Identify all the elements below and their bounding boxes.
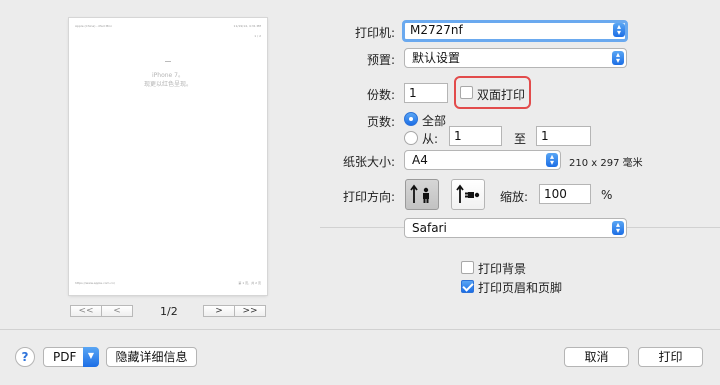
- chevron-down-icon: ▼: [83, 347, 99, 367]
- pdf-menu-button[interactable]: PDF ▼: [43, 347, 99, 367]
- copies-input[interactable]: 1: [404, 83, 448, 103]
- app-section-select[interactable]: Safari ▴ ▾: [404, 218, 627, 238]
- pages-range-radio[interactable]: [404, 131, 418, 145]
- preview-header-right: 11/19/14, 4:31 PM: [233, 24, 261, 28]
- hide-details-button[interactable]: 隐藏详细信息: [106, 347, 197, 367]
- portrait-orientation-icon: [410, 184, 429, 203]
- printer-label: 打印机:: [354, 26, 395, 40]
- paper-size-select[interactable]: A4 ▴ ▾: [404, 150, 561, 170]
- duplex-checkbox[interactable]: [460, 86, 473, 99]
- preview-footer-left: https://www.apple.com.cn/: [75, 281, 115, 285]
- pages-to-input[interactable]: 1: [536, 126, 591, 146]
- presets-label: 预置:: [366, 53, 395, 67]
- pages-to-label: 至: [514, 132, 527, 146]
- print-button[interactable]: 打印: [638, 347, 703, 367]
- presets-value: 默认设置: [412, 51, 461, 65]
- print-backgrounds-checkbox[interactable]: [461, 261, 474, 274]
- scale-unit: %: [601, 188, 613, 202]
- printer-select[interactable]: M2727nf ▴ ▾: [402, 20, 628, 42]
- cancel-button[interactable]: 取消: [564, 347, 629, 367]
- print-backgrounds-label: 打印背景: [478, 262, 527, 276]
- select-stepper-icon: ▴ ▾: [613, 23, 625, 37]
- pages-label: 页数:: [366, 115, 395, 129]
- portrait-orientation-button[interactable]: [405, 179, 439, 210]
- duplex-label: 双面打印: [477, 88, 526, 102]
- landscape-orientation-button[interactable]: [451, 179, 485, 210]
- scale-label: 缩放:: [500, 190, 529, 204]
- footer-separator: [0, 329, 720, 330]
- pages-from-input[interactable]: 1: [449, 126, 502, 146]
- paper-size-label: 纸张大小:: [342, 155, 395, 169]
- paper-size-value: A4: [412, 153, 428, 167]
- pages-all-radio[interactable]: [404, 112, 418, 126]
- print-headers-footers-label: 打印页眉和页脚: [478, 281, 563, 295]
- preview-footer-right: 第 1 页，共 2 页: [238, 281, 261, 285]
- help-button[interactable]: ?: [15, 347, 35, 367]
- preview-line-1: iPhone 7。: [152, 72, 184, 79]
- next-page-button[interactable]: >: [203, 305, 235, 317]
- pages-all-label: 全部: [422, 114, 447, 128]
- first-page-button[interactable]: <<: [70, 305, 102, 317]
- page-indicator: 1/2: [160, 305, 178, 318]
- print-headers-footers-checkbox[interactable]: [461, 280, 474, 293]
- prev-page-button[interactable]: <: [101, 305, 133, 317]
- print-preview-page: Apple (China) - iPad Mini 11/19/14, 4:31…: [69, 18, 267, 295]
- preview-header-right-2: 1 / 2: [254, 34, 261, 38]
- paper-dimensions: 210 x 297 毫米: [569, 158, 643, 169]
- app-section-value: Safari: [412, 221, 447, 235]
- scale-input[interactable]: 100: [539, 184, 591, 204]
- landscape-orientation-icon: [456, 184, 480, 203]
- pages-from-label: 从:: [422, 132, 439, 146]
- printer-value: M2727nf: [410, 23, 463, 37]
- select-stepper-icon: ▴ ▾: [546, 153, 558, 167]
- last-page-button[interactable]: >>: [234, 305, 266, 317]
- copies-label: 份数:: [366, 88, 395, 102]
- preview-divider: [165, 61, 171, 62]
- pdf-label: PDF: [53, 350, 77, 364]
- orientation-label: 打印方向:: [342, 190, 395, 204]
- presets-select[interactable]: 默认设置 ▴ ▾: [404, 48, 627, 68]
- select-stepper-icon: ▴ ▾: [612, 51, 624, 65]
- preview-header-left: Apple (China) - iPad Mini: [75, 24, 112, 28]
- select-stepper-icon: ▴ ▾: [612, 221, 624, 235]
- preview-line-2: 现更以红色呈现。: [143, 81, 192, 88]
